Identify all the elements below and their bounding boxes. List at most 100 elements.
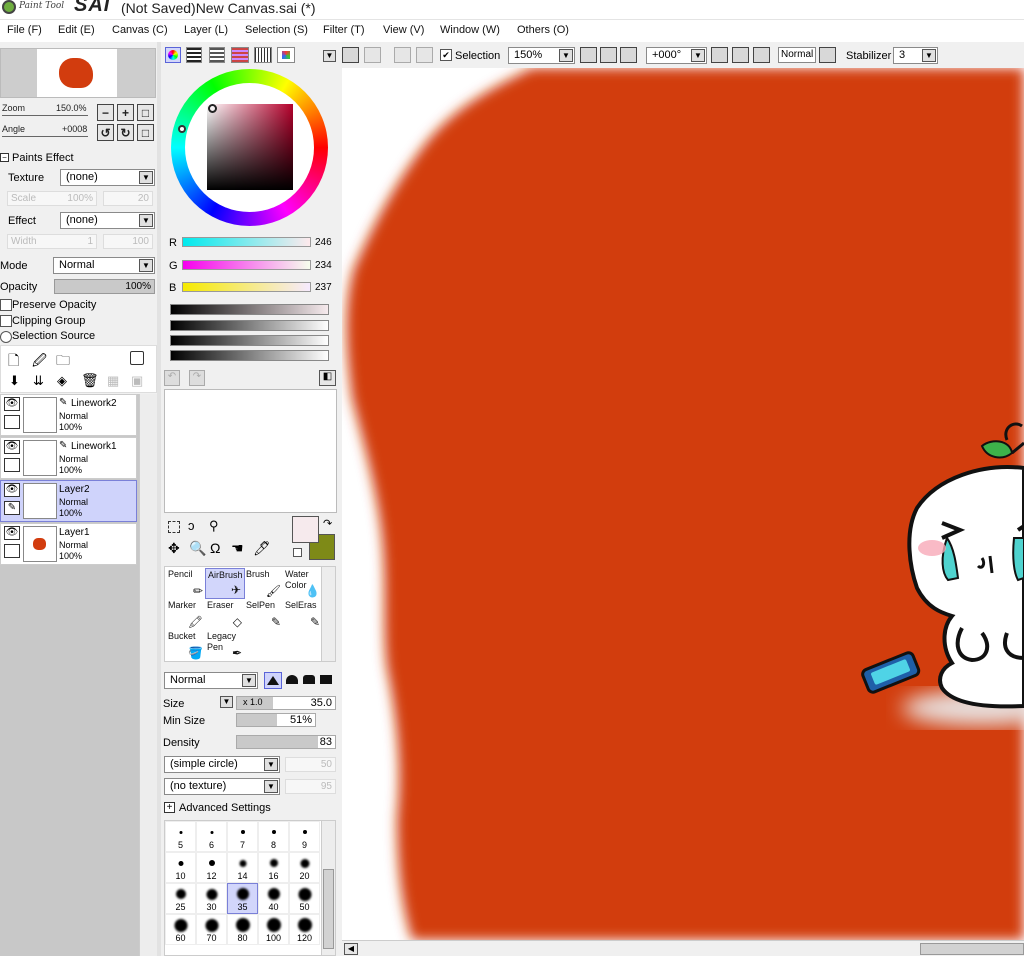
brush-size-cell[interactable]: 60 <box>165 914 196 945</box>
menu-filter[interactable]: Filter (T) <box>323 24 365 36</box>
preserve-opacity-checkbox[interactable] <box>0 299 12 311</box>
g-slider[interactable] <box>182 260 311 270</box>
brush-size-cell[interactable]: 35 <box>227 883 258 914</box>
brush-shape-dropdown[interactable]: (simple circle) ▼ <box>164 756 280 773</box>
swatches-tab[interactable] <box>254 47 272 63</box>
visibility-eye-icon[interactable]: 👁 <box>4 483 20 497</box>
tool-marker[interactable]: Marker 🖍 <box>166 599 206 630</box>
collapse-icon[interactable]: − <box>0 153 9 162</box>
edge-hardness-4[interactable] <box>318 672 334 689</box>
texture-dropdown[interactable]: (none) ▼ <box>60 169 155 186</box>
new-vector-layer-icon[interactable]: 🖉 <box>32 350 47 374</box>
size-multiplier-dropdown[interactable]: ▼ <box>220 696 233 708</box>
brush-size-cell[interactable]: 70 <box>196 914 227 945</box>
brush-size-cell[interactable]: 50 <box>289 883 320 914</box>
tool-bucket[interactable]: Bucket 🪣 <box>166 630 206 661</box>
menu-canvas[interactable]: Canvas (C) <box>112 24 168 36</box>
scratchpad-tab[interactable] <box>277 47 295 63</box>
expand-icon[interactable]: + <box>164 802 175 813</box>
flip-view-button[interactable] <box>819 47 836 63</box>
angle-slider[interactable] <box>2 136 88 137</box>
advanced-settings-label[interactable]: Advanced Settings <box>179 802 271 814</box>
angle-dropdown[interactable]: +000° ▼ <box>646 47 707 64</box>
min-size-slider[interactable]: 51% <box>236 713 316 727</box>
selection-checkbox[interactable]: ✔ <box>440 49 452 61</box>
layer-row[interactable]: 👁 ✎ Linework2 Normal 100% <box>0 394 137 436</box>
brush-size-cell[interactable]: 40 <box>258 883 289 914</box>
brush-size-cell[interactable]: 7 <box>227 821 258 852</box>
tool-selpen[interactable]: SelPen ✎ <box>244 599 284 630</box>
zoom-slider[interactable] <box>2 115 88 116</box>
rotate-right-button[interactable]: ↻ <box>117 124 134 141</box>
zoom-in-button[interactable]: + <box>117 104 134 121</box>
size-slider[interactable]: x 1.0 35.0 <box>236 696 336 710</box>
layer-list-scrollbar[interactable] <box>139 394 157 956</box>
color-wheel-tab[interactable] <box>165 47 181 63</box>
gray-ramp-1[interactable] <box>170 304 329 315</box>
menu-window[interactable]: Window (W) <box>440 24 500 36</box>
transfer-down-icon[interactable]: ⬇ <box>9 373 20 389</box>
brush-texture-dropdown[interactable]: (no texture) ▼ <box>164 778 280 795</box>
edge-hardness-3[interactable] <box>301 672 317 689</box>
color-mixer-tab[interactable] <box>231 47 249 63</box>
hand-icon[interactable]: ☚ <box>231 540 244 557</box>
brush-size-cell[interactable]: 12 <box>196 852 227 883</box>
r-slider[interactable] <box>182 237 311 247</box>
lasso-icon[interactable]: ↄ <box>188 518 195 533</box>
tool-water-color[interactable]: Water Color 💧 <box>283 568 323 599</box>
brush-blend-dropdown[interactable]: Normal ▼ <box>164 672 258 689</box>
merge-down-icon[interactable]: ⇊ <box>33 373 44 389</box>
rotate-reset-button[interactable]: □ <box>137 124 154 141</box>
brush-size-cell[interactable]: 20 <box>289 852 320 883</box>
layer-lock-icon[interactable] <box>4 415 20 429</box>
hsv-slider-tab[interactable] <box>209 47 225 63</box>
layer-mask-icon[interactable] <box>130 351 144 365</box>
toolbar-rotate-reset[interactable] <box>753 47 770 63</box>
swap-colors-icon[interactable]: ↷ <box>323 517 332 530</box>
brush-size-cell[interactable]: 5 <box>165 821 196 852</box>
saturation-value-square[interactable] <box>207 104 293 190</box>
visibility-eye-icon[interactable]: 👁 <box>4 526 20 540</box>
layer-lock-icon[interactable] <box>4 544 20 558</box>
layer-row[interactable]: 👁 ✎ Linework1 Normal 100% <box>0 437 137 479</box>
magic-wand-icon[interactable]: ⚲ <box>209 518 219 534</box>
layer-row[interactable]: 👁 ✎ Layer2 Normal 100% <box>0 480 137 522</box>
gray-ramp-2[interactable] <box>170 320 329 331</box>
brush-size-cell[interactable]: 14 <box>227 852 258 883</box>
tool-legacy-pen[interactable]: Legacy Pen ✒ <box>205 630 245 661</box>
sv-marker[interactable] <box>208 104 217 113</box>
toolbar-rotate-right[interactable] <box>732 47 749 63</box>
clipping-group-checkbox[interactable] <box>0 315 12 327</box>
tool-airbrush[interactable]: AirBrush ✈ <box>205 568 245 599</box>
gray-ramp-4[interactable] <box>170 350 329 361</box>
zoom-dropdown[interactable]: 150% ▼ <box>508 47 575 64</box>
delete-layer-icon[interactable]: 🗑 <box>81 372 99 389</box>
brush-size-cell[interactable]: 6 <box>196 821 227 852</box>
brush-size-cell[interactable]: 120 <box>289 914 320 945</box>
layer-row[interactable]: 👁 Layer1 Normal 100% <box>0 523 137 565</box>
brush-size-cell[interactable]: 9 <box>289 821 320 852</box>
navigator-preview[interactable] <box>0 48 156 98</box>
rect-select-icon[interactable] <box>168 521 180 533</box>
tool-brush[interactable]: Brush 🖌 <box>244 568 284 599</box>
density-slider[interactable]: 83 <box>236 735 336 749</box>
toolbar-zoom-reset[interactable] <box>620 47 637 63</box>
rotate-icon[interactable]: Ω <box>210 540 220 556</box>
menu-layer[interactable]: Layer (L) <box>184 24 228 36</box>
canvas-hscrollbar[interactable]: ◀ <box>342 940 1024 956</box>
brush-size-cell[interactable]: 100 <box>258 914 289 945</box>
brush-size-scrollbar[interactable] <box>321 820 336 956</box>
visibility-eye-icon[interactable]: 👁 <box>4 397 20 411</box>
move-icon[interactable]: ✥ <box>168 540 180 557</box>
new-layer-icon[interactable]: 🗋 <box>8 350 19 374</box>
drawing-canvas[interactable] <box>342 68 1024 940</box>
tool-pencil[interactable]: Pencil ✏ <box>166 568 206 599</box>
menu-view[interactable]: View (V) <box>383 24 424 36</box>
blend-mode-box[interactable]: Normal <box>778 47 816 63</box>
brush-size-cell[interactable]: 16 <box>258 852 289 883</box>
toolbar-menu-dropdown[interactable]: ▼ <box>323 50 336 62</box>
brush-size-cell[interactable]: 25 <box>165 883 196 914</box>
visibility-eye-icon[interactable]: 👁 <box>4 440 20 454</box>
toolbar-undo-button[interactable] <box>342 47 359 63</box>
edge-hardness-2[interactable] <box>284 672 300 689</box>
